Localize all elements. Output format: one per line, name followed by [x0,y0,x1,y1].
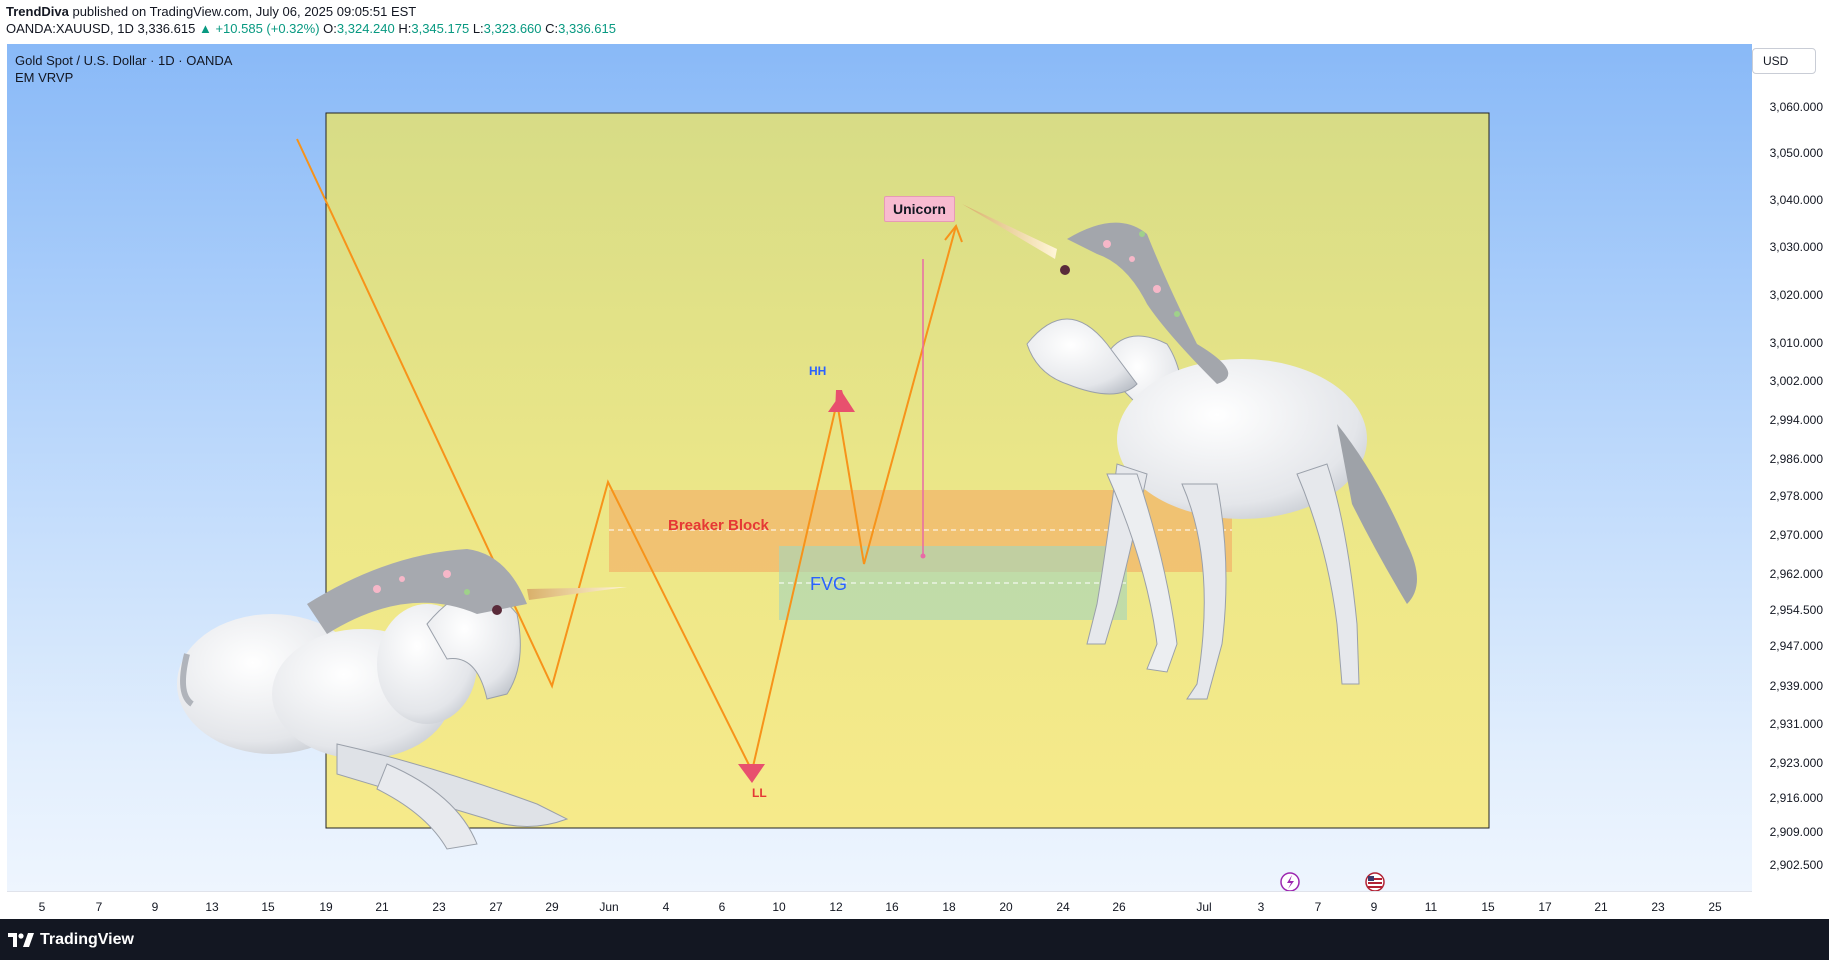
ll-label[interactable]: LL [752,786,767,800]
currency-button[interactable]: USD [1752,48,1816,74]
time-axis[interactable]: 5 7 9 13 15 19 21 23 27 29 Jun 4 6 10 12 16 18 20 24 26 Jul 3… [7,891,1752,920]
tradingview-logo[interactable]: TradingView [8,931,134,949]
published-text: published on TradingView.com, July 06, 2… [68,4,417,19]
time-axis-label: 18 [942,900,956,914]
price-axis-label: 2,954.500 [1769,603,1823,617]
time-axis-label: 12 [829,900,843,914]
hh-label[interactable]: HH [809,364,826,378]
time-axis-label: 16 [885,900,899,914]
unicorn-label[interactable]: Unicorn [884,196,955,222]
price-axis-label: 2,947.000 [1769,639,1823,653]
high-label: H: [398,21,412,36]
time-axis-label: 15 [261,900,275,914]
time-axis-label: 23 [432,900,446,914]
tradingview-brand: TradingView [40,931,134,948]
close-label: C: [545,21,559,36]
legend-title[interactable]: Gold Spot / U.S. Dollar · 1D · OANDA [15,52,232,69]
time-axis-label: 7 [95,900,103,914]
time-axis-label: 6 [718,900,726,914]
author-name[interactable]: TrendDiva [6,4,69,19]
time-axis-label: 25 [1708,900,1722,914]
price-axis-label: 3,020.000 [1769,288,1823,302]
tradingview-logo-icon [8,933,34,947]
price-axis[interactable]: 3,060.000 3,050.000 3,040.000 3,030.000 3,02… [1752,44,1829,891]
price-axis-label: 2,939.000 [1769,679,1823,693]
price-axis-label: 2,970.000 [1769,528,1823,542]
chart-pane[interactable]: Gold Spot / U.S. Dollar · 1D · OANDA EM … [7,44,1752,891]
close-value: 3,336.615 [558,21,616,36]
time-axis-label: 11 [1424,900,1438,914]
time-axis-label: 27 [489,900,503,914]
time-axis-label: 9 [151,900,159,914]
time-axis-label: 9 [1370,900,1378,914]
low-value: 3,323.660 [483,21,542,36]
price-axis-label: 3,060.000 [1769,100,1823,114]
time-axis-label: 24 [1056,900,1070,914]
time-axis-label: Jul [1196,900,1212,914]
time-axis-label: 10 [772,900,786,914]
price-axis-label: 2,978.000 [1769,489,1823,503]
chart-header: TrendDiva published on TradingView.com, … [0,0,1829,44]
price-axis-label: 3,030.000 [1769,240,1823,254]
price-axis-label: 2,923.000 [1769,756,1823,770]
low-label: L: [472,21,484,36]
time-axis-label: 4 [662,900,670,914]
fvg-label[interactable]: FVG [810,574,847,595]
time-axis-label: 26 [1112,900,1126,914]
price-axis-label: 2,986.000 [1769,452,1823,466]
time-axis-label: 20 [999,900,1013,914]
price-axis-label: 2,994.000 [1769,413,1823,427]
price-axis-label: 2,931.000 [1769,717,1823,731]
price-axis-label: 2,909.000 [1769,825,1823,839]
time-axis-label: 19 [319,900,333,914]
high-value: 3,345.175 [411,21,470,36]
time-axis-label: 13 [205,900,219,914]
time-axis-label: 5 [38,900,46,914]
unicorn-leader-dot [920,553,926,559]
ohlc-bar: OANDA:XAUUSD, 1D 3,336.615 ▲ +10.585 (+0… [6,21,616,36]
flag-stripe-2 [1368,882,1382,884]
time-axis-label: 21 [1594,900,1608,914]
open-label: O: [323,21,337,36]
time-axis-label: 21 [375,900,389,914]
price-change: ▲ +10.585 (+0.32%) [198,21,320,36]
footer-bar: TradingView [0,919,1829,960]
open-value: 3,324.240 [336,21,395,36]
time-axis-label: 3 [1257,900,1265,914]
flag-stripe-3 [1368,886,1382,888]
publish-info: TrendDiva published on TradingView.com, … [6,4,416,19]
time-axis-label: 7 [1314,900,1322,914]
time-axis-label: 15 [1481,900,1495,914]
price-axis-label: 3,050.000 [1769,146,1823,160]
price-axis-label: 3,040.000 [1769,193,1823,207]
breaker-block-label[interactable]: Breaker Block [668,517,769,534]
price-axis-label: 3,010.000 [1769,336,1823,350]
last-price: 3,336.615 [137,21,196,36]
price-axis-label: 2,916.000 [1769,791,1823,805]
flag-canton [1368,876,1374,881]
time-axis-label: Jun [599,900,619,914]
price-axis-label: 2,962.000 [1769,567,1823,581]
price-axis-label: 2,902.500 [1769,858,1823,872]
time-axis-label: 29 [545,900,559,914]
price-axis-label: 3,002.000 [1769,374,1823,388]
unicorn-label-text: Unicorn [893,201,946,217]
time-axis-label: 23 [1651,900,1665,914]
symbol-label: OANDA:XAUUSD, 1D [6,21,134,36]
legend-indicator[interactable]: EM VRVP [15,69,232,86]
chart-legend[interactable]: Gold Spot / U.S. Dollar · 1D · OANDA EM … [15,52,232,86]
time-axis-label: 17 [1538,900,1552,914]
chart-drawings [177,112,1490,891]
